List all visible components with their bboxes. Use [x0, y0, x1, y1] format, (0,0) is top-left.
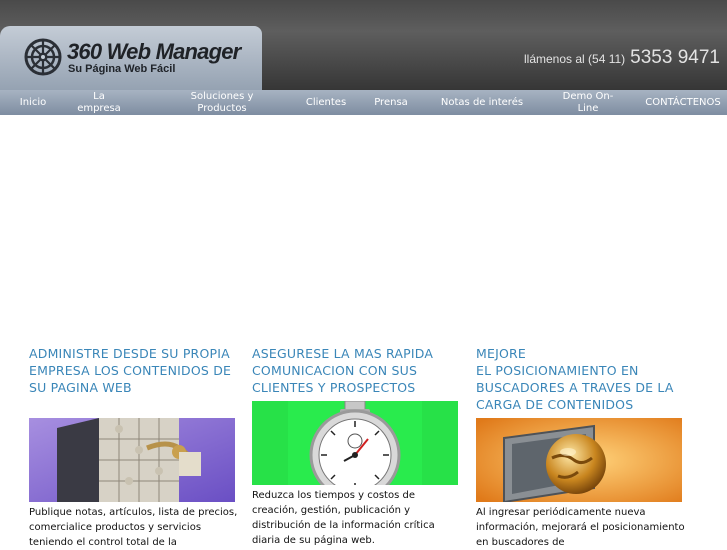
feature-positioning: MEJORE EL POSICIONAMIENTO EN BUSCADORES … — [476, 345, 685, 548]
feature-heading[interactable]: ADMINISTRE DESDE SU PROPIA EMPRESA LOS C… — [29, 345, 237, 396]
nav-item-soluciones[interactable]: Soluciones y Productos — [182, 90, 262, 115]
puzzle-image — [29, 418, 235, 502]
feature-text: Reduzca los tiempos y costos de creación… — [252, 490, 435, 546]
feature-heading[interactable]: ASEGURESE LA MAS RAPIDA COMUNICACION CON… — [252, 345, 460, 396]
feature-heading[interactable]: MEJORE EL POSICIONAMIENTO EN BUSCADORES … — [476, 345, 684, 413]
brand-title: 360 Web Manager — [67, 39, 241, 64]
feature-communication: ASEGURESE LA MAS RAPIDA COMUNICACION CON… — [252, 345, 460, 546]
nav-item-clientes[interactable]: Clientes — [297, 90, 355, 115]
logo[interactable]: 360 Web Manager Su Página Web Fácil — [0, 26, 262, 90]
nav-item-contactenos[interactable]: CONTÁCTENOS — [640, 90, 726, 115]
nav-item-la-empresa[interactable]: La empresa — [72, 90, 126, 115]
nav-item-notas[interactable]: Notas de interés — [440, 90, 524, 115]
nav-item-inicio[interactable]: Inicio — [8, 90, 58, 115]
nav-item-prensa[interactable]: Prensa — [366, 90, 416, 115]
contact-phone: llámenos al (54 11) 5353 9471 — [524, 47, 720, 69]
feature-text: Al ingresar periódicamente nueva informa… — [476, 507, 685, 548]
feature-text: Publique notas, artículos, lista de prec… — [29, 507, 238, 548]
main-nav: Inicio La empresa Soluciones y Productos… — [0, 90, 727, 115]
brand-tagline: Su Página Web Fácil — [68, 63, 176, 75]
nav-item-demo[interactable]: Demo On-Line — [556, 90, 620, 115]
logo-globe-icon — [24, 38, 62, 76]
phone-prefix: llámenos al (54 11) — [524, 52, 626, 66]
phone-number: 5353 9471 — [630, 47, 720, 68]
globe-image — [476, 418, 682, 502]
feature-admin: ADMINISTRE DESDE SU PROPIA EMPRESA LOS C… — [29, 345, 237, 548]
stopwatch-image — [252, 401, 458, 485]
site-header: 360 Web Manager Su Página Web Fácil llám… — [0, 0, 727, 90]
